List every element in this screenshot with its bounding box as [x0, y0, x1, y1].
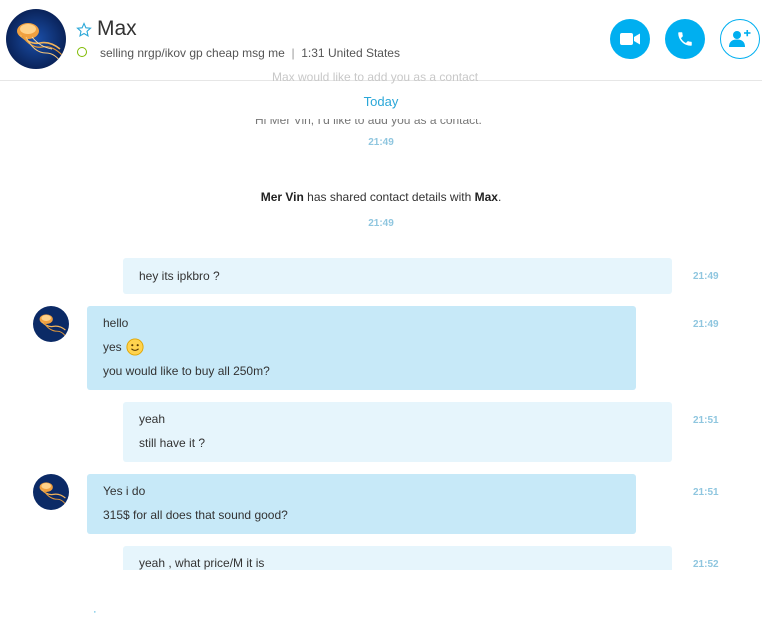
- outgoing-message[interactable]: hey its ipkbro ?: [123, 258, 672, 294]
- message-timestamp: 21:51: [693, 415, 719, 426]
- star-outline-icon[interactable]: [76, 22, 92, 38]
- conversation-header: Max selling nrgp/ikov gp cheap msg me | …: [0, 0, 762, 81]
- video-camera-icon: [620, 33, 640, 45]
- contact-avatar[interactable]: [6, 9, 66, 69]
- message-text: 315$ for all does that sound good?: [103, 508, 288, 522]
- outgoing-message[interactable]: yeah still have it ?: [123, 402, 672, 462]
- jellyfish-avatar-image: [33, 306, 69, 342]
- incoming-message[interactable]: Yes i do 315$ for all does that sound go…: [87, 474, 636, 534]
- audio-call-button[interactable]: [665, 19, 705, 59]
- message-text: yeah: [139, 412, 166, 426]
- contact-avatar-small[interactable]: [33, 474, 69, 510]
- incoming-message[interactable]: hello yes you would like to buy all 250m…: [87, 306, 636, 390]
- share-text: has shared contact details with: [303, 190, 475, 204]
- recipient-name: Max: [474, 190, 498, 204]
- message-timestamp: 21:52: [693, 559, 719, 570]
- message-text: hello: [103, 316, 129, 330]
- message-text: yeah , what price/M it is: [139, 556, 265, 570]
- message-text: still have it ?: [139, 436, 206, 450]
- date-divider: Today: [363, 94, 399, 109]
- mood-and-location: selling nrgp/ikov gp cheap msg me | 1:31…: [100, 46, 400, 60]
- compose-area: [0, 570, 762, 615]
- message-text: you would like to buy all 250m?: [103, 364, 270, 378]
- message-timestamp: 21:49: [693, 271, 719, 282]
- system-timestamp: 21:49: [368, 218, 394, 229]
- jellyfish-avatar-image: [33, 474, 69, 510]
- contact-share-notice: Mer Vin has shared contact details with …: [0, 190, 762, 204]
- contact-avatar-small[interactable]: [33, 306, 69, 342]
- mood-message: selling nrgp/ikov gp cheap msg me: [100, 46, 285, 60]
- online-status-icon: [77, 47, 87, 57]
- partial-icon: ·: [93, 606, 97, 618]
- faded-contact-request-header: Max would like to add you as a contact: [272, 70, 479, 84]
- message-timestamp: 21:51: [693, 487, 719, 498]
- video-call-button[interactable]: [610, 19, 650, 59]
- outgoing-message[interactable]: yeah , what price/M it is: [123, 546, 672, 570]
- contact-request-message: Hi Mer Vin, I'd like to add you as a con…: [255, 113, 482, 127]
- jellyfish-avatar-image: [6, 9, 66, 69]
- message-text: yes: [103, 340, 122, 354]
- local-time-location: 1:31 United States: [301, 46, 400, 60]
- message-line-with-emoji: yes: [103, 335, 620, 359]
- share-end: .: [497, 190, 502, 204]
- add-people-button[interactable]: [720, 19, 760, 59]
- add-person-icon: [729, 30, 751, 47]
- separator: |: [288, 46, 298, 60]
- message-text: hey its ipkbro ?: [139, 269, 220, 283]
- message-text: Yes i do: [103, 484, 146, 498]
- smile-emoji-icon: [126, 338, 144, 356]
- contact-name: Max: [97, 17, 137, 40]
- system-timestamp: 21:49: [368, 137, 394, 148]
- message-timestamp: 21:49: [693, 319, 719, 330]
- phone-icon: [678, 32, 692, 46]
- sender-name: Mer Vin: [260, 190, 304, 204]
